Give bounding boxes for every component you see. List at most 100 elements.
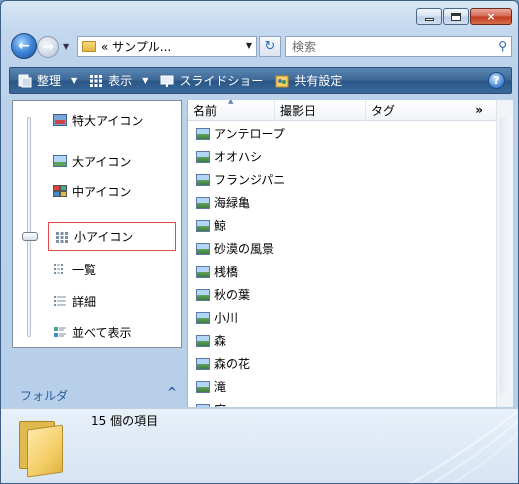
list-item[interactable]: 鯨 xyxy=(188,214,488,237)
view-size-slider-track[interactable] xyxy=(27,117,31,337)
list-item[interactable]: 森の花 xyxy=(188,352,488,375)
refresh-icon: ↻ xyxy=(264,39,276,54)
image-file-icon xyxy=(196,403,210,407)
view-medium-icons[interactable]: 中アイコン xyxy=(53,181,131,201)
forward-button[interactable]: → xyxy=(37,36,59,58)
back-arrow-icon: ← xyxy=(18,38,30,54)
decorative-swoosh xyxy=(409,410,518,483)
chevron-down-icon: ▼ xyxy=(142,76,149,85)
list-item[interactable]: 小川 xyxy=(188,306,488,329)
address-path: « サンプル... xyxy=(101,40,172,54)
image-file-icon xyxy=(196,219,210,232)
file-name: 森 xyxy=(214,334,227,348)
column-name[interactable]: ▲ 名前 xyxy=(188,100,275,121)
view-size-menu: 特大アイコン 大アイコン 中アイコン 小アイコン 一覧 詳細 並べて表示 xyxy=(12,100,182,348)
image-file-icon xyxy=(196,127,210,140)
views-icon xyxy=(90,74,103,87)
image-file-icon xyxy=(196,173,210,186)
close-icon: × xyxy=(486,10,496,23)
column-tag-label: タグ xyxy=(371,104,396,118)
list-item[interactable]: 海緑亀 xyxy=(188,191,488,214)
views-menu[interactable]: 表示 ▼ xyxy=(85,68,156,93)
refresh-button[interactable]: ↻ xyxy=(259,36,281,57)
caption-buttons: × xyxy=(416,8,512,25)
image-file-icon xyxy=(196,380,210,393)
folders-section[interactable]: フォルダ ^ xyxy=(9,381,185,407)
scrollbar-thumb[interactable] xyxy=(499,118,512,393)
slideshow-icon xyxy=(160,75,174,87)
image-file-icon xyxy=(196,334,210,347)
extra-large-icons-icon xyxy=(53,114,67,126)
address-dropdown-icon[interactable]: ▼ xyxy=(246,41,252,50)
file-name: 秋の葉 xyxy=(214,288,251,302)
column-name-label: 名前 xyxy=(193,104,218,118)
folder-icon xyxy=(19,417,65,478)
back-button[interactable]: ← xyxy=(11,33,37,59)
list-item[interactable]: アンテロープ xyxy=(188,122,488,145)
file-name: フランジパニ xyxy=(214,173,286,187)
address-row: ← → ▼ « サンプル... ▼ ↻ 検索 ⚲ xyxy=(9,33,512,59)
image-file-icon xyxy=(196,265,210,278)
organize-label: 整理 xyxy=(37,74,62,88)
details-view-icon xyxy=(54,296,66,306)
organize-menu[interactable]: 整理 ▼ xyxy=(14,68,85,93)
list-item[interactable]: 砂漠の風景 xyxy=(188,237,488,260)
view-size-slider-thumb[interactable] xyxy=(22,232,38,241)
list-item[interactable]: 滝 xyxy=(188,375,488,398)
image-file-icon xyxy=(196,150,210,163)
more-columns-button[interactable]: » xyxy=(475,103,483,117)
recent-pages-dropdown-icon[interactable]: ▼ xyxy=(63,42,69,51)
view-tiles[interactable]: 並べて表示 xyxy=(53,322,132,342)
maximize-button[interactable] xyxy=(443,8,469,25)
list-item[interactable]: 桟橋 xyxy=(188,260,488,283)
file-name: 鯨 xyxy=(214,219,227,233)
item-count: 15 個の項目 xyxy=(91,414,159,428)
search-placeholder: 検索 xyxy=(292,40,317,54)
minimize-button[interactable] xyxy=(416,8,442,25)
forward-arrow-icon: → xyxy=(42,39,54,55)
view-item-label: 中アイコン xyxy=(72,184,132,199)
image-file-icon xyxy=(196,311,210,324)
view-extra-large-icons[interactable]: 特大アイコン xyxy=(53,110,143,130)
slideshow-button[interactable]: スライドショー xyxy=(156,68,271,93)
image-file-icon xyxy=(196,357,210,370)
view-item-label: 詳細 xyxy=(72,294,97,309)
organize-icon xyxy=(18,74,32,87)
list-item[interactable]: 森 xyxy=(188,329,488,352)
view-large-icons[interactable]: 大アイコン xyxy=(53,151,131,171)
file-name: 森の花 xyxy=(214,357,251,371)
minimize-icon xyxy=(424,17,434,21)
column-date-taken[interactable]: 撮影日 xyxy=(275,100,366,121)
view-details[interactable]: 詳細 xyxy=(53,291,96,311)
address-bar[interactable]: « サンプル... ▼ xyxy=(77,36,257,57)
file-name: 庭 xyxy=(214,401,226,407)
folder-icon xyxy=(82,41,96,52)
file-name: 桟橋 xyxy=(214,265,239,279)
image-file-icon xyxy=(196,196,210,209)
small-icons-icon xyxy=(56,231,68,243)
column-tags[interactable]: タグ xyxy=(366,100,476,121)
image-file-icon xyxy=(196,242,210,255)
file-name: 滝 xyxy=(214,380,227,394)
image-file-icon xyxy=(196,288,210,301)
file-name: 砂漠の風景 xyxy=(214,242,275,256)
list-item[interactable]: 庭 xyxy=(188,398,488,407)
view-list[interactable]: 一覧 xyxy=(53,259,96,279)
search-icon[interactable]: ⚲ xyxy=(498,39,507,53)
share-button[interactable]: 共有設定 xyxy=(271,68,350,93)
list-item[interactable]: オオハシ xyxy=(188,145,488,168)
tiles-view-icon xyxy=(54,327,66,337)
medium-icons-icon xyxy=(53,185,67,197)
list-item[interactable]: 秋の葉 xyxy=(188,283,488,306)
view-item-label: 特大アイコン xyxy=(72,113,144,128)
search-input[interactable]: 検索 ⚲ xyxy=(285,36,512,57)
list-item[interactable]: フランジパニ xyxy=(188,168,488,191)
slideshow-label: スライドショー xyxy=(179,74,264,88)
vertical-scrollbar[interactable] xyxy=(496,100,513,407)
chevron-up-icon[interactable]: ^ xyxy=(167,385,177,399)
maximize-icon xyxy=(451,12,461,21)
view-small-icons[interactable]: 小アイコン xyxy=(48,222,176,251)
help-icon[interactable]: ? xyxy=(488,72,505,89)
file-name: 海緑亀 xyxy=(214,196,251,210)
close-button[interactable]: × xyxy=(470,8,512,25)
